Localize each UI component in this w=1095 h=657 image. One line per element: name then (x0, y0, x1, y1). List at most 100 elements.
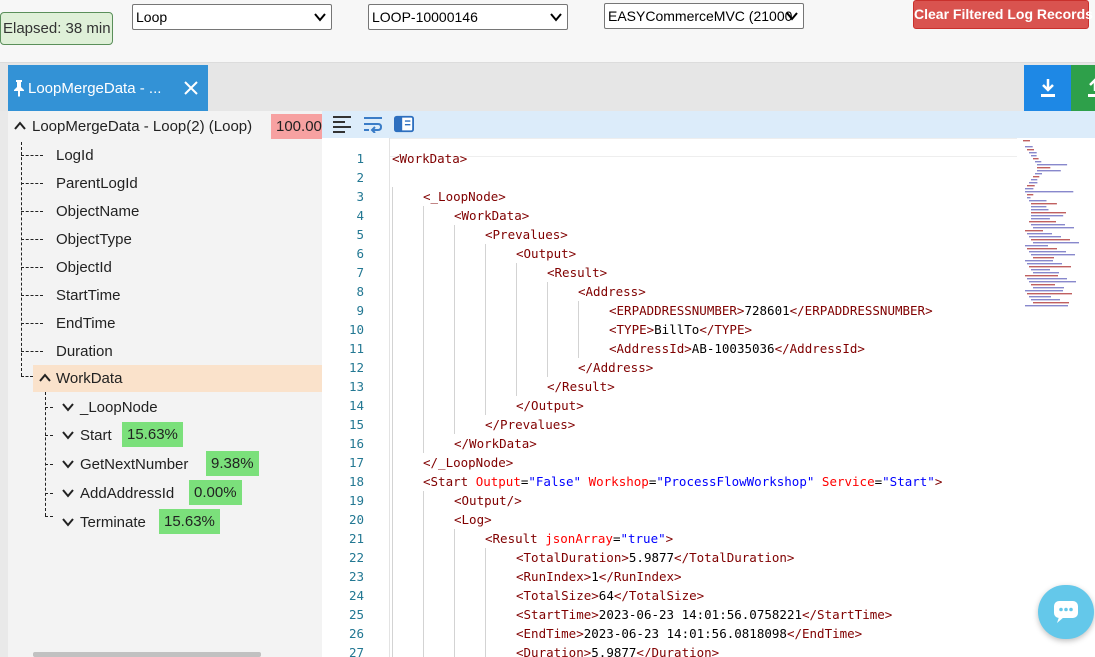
indent-guide (485, 339, 486, 358)
indent-guide (485, 396, 486, 415)
tree-field-objecttype[interactable]: ObjectType (56, 226, 132, 253)
indent-guide (392, 643, 393, 657)
minimap-line (1027, 149, 1034, 151)
side-panel-icon[interactable] (394, 115, 414, 133)
upload-button[interactable] (1071, 65, 1095, 112)
minimap-line (1033, 272, 1059, 274)
chat-icon (1054, 601, 1078, 623)
chevron-up-icon[interactable] (14, 121, 26, 131)
code-token: </Address> (578, 360, 654, 375)
minimap-line (1027, 194, 1034, 196)
minimap-line (1033, 287, 1064, 289)
code-token: <Duration> (516, 645, 592, 657)
download-button[interactable] (1024, 65, 1071, 112)
indent-guide (578, 320, 579, 339)
indent-guide (423, 624, 424, 643)
indent-guide (516, 282, 517, 301)
indent-guide (485, 605, 486, 624)
code-token: </AddressId> (774, 341, 865, 356)
code-token: </WorkData> (454, 436, 537, 451)
tree-field-objectname[interactable]: ObjectName (56, 198, 139, 225)
code-token: "Start" (882, 474, 935, 489)
chevron-down-icon (314, 13, 326, 22)
tree-field-duration[interactable]: Duration (56, 338, 113, 365)
indent-guide (423, 263, 424, 282)
tree-node-getnextnumber[interactable]: GetNextNumber 9.38% (56, 451, 316, 478)
chevron-down-icon[interactable] (62, 430, 74, 440)
minimap-line (1029, 182, 1038, 184)
indent-guide (454, 548, 455, 567)
code-token: <Result> (547, 265, 608, 280)
chevron-down-icon[interactable] (62, 488, 74, 498)
code-token: 5.9877 (628, 550, 675, 565)
code-token: > (934, 474, 943, 489)
tree-field-endtime[interactable]: EndTime (56, 310, 115, 337)
minimap-line (1033, 176, 1040, 178)
chevron-down-icon (550, 13, 562, 22)
filter-bar: Elapsed: 38 min Loop LOOP-10000146 EASYC… (0, 0, 1095, 62)
code-line: <Address> (578, 282, 646, 301)
indent-guide (423, 320, 424, 339)
chevron-down-icon[interactable] (62, 517, 74, 527)
word-wrap-icon[interactable] (363, 115, 383, 133)
chevron-up-icon[interactable] (39, 373, 51, 383)
code-minimap[interactable] (1019, 138, 1095, 308)
chat-button[interactable] (1038, 585, 1094, 639)
indent-guide (392, 624, 393, 643)
close-icon[interactable] (184, 81, 198, 95)
tree-node-terminate[interactable]: Terminate 15.63% (56, 509, 316, 536)
line-number: 25 (348, 607, 364, 622)
object-type-select[interactable]: Loop (132, 4, 332, 30)
code-token: </TotalDuration> (674, 550, 795, 565)
indent-guide (423, 510, 424, 529)
indent-guide (485, 282, 486, 301)
line-number: 21 (348, 531, 364, 546)
tree-node-addaddressid[interactable]: AddAddressId 0.00% (56, 480, 316, 507)
code-token: </Prevalues> (485, 417, 576, 432)
indent-guide (423, 643, 424, 657)
tree-field-parentlogid[interactable]: ParentLogId (56, 170, 138, 197)
indent-guide (392, 548, 393, 567)
chevron-down-icon[interactable] (62, 459, 74, 469)
code-token: <TotalDuration> (516, 550, 629, 565)
tree-field-logid[interactable]: LogId (56, 142, 94, 169)
align-left-icon[interactable] (332, 115, 352, 133)
indent-guide (423, 491, 424, 510)
indent-guide (516, 301, 517, 320)
minimap-line (1025, 230, 1043, 232)
indent-guide (547, 339, 548, 358)
indent-guide (454, 624, 455, 643)
tree-connector (21, 295, 43, 296)
code-line: <RunIndex>1</RunIndex> (516, 567, 682, 586)
code-line: <EndTime>2023-06-23 14:01:56.0818098</En… (516, 624, 862, 643)
tab-loop-merge-data[interactable]: LoopMergeData - ... (8, 65, 208, 112)
indent-guide (485, 643, 486, 657)
line-number: 9 (356, 303, 364, 318)
xml-editor: 1 2 3 4 5 6 7 8 9 10 11 12 13 14 15 16 17 18 19 20 21 22 23 24 2… (322, 111, 1095, 657)
tree-node-workdata[interactable]: WorkData (33, 365, 322, 392)
minimap-line (1031, 284, 1055, 286)
object-id-select[interactable]: LOOP-10000146 (368, 4, 568, 30)
tree-node-loopnode[interactable]: _LoopNode (56, 394, 316, 421)
code-token: <EndTime> (516, 626, 584, 641)
tree-root-node[interactable]: LoopMergeData - Loop(2) (Loop) 100.00% (8, 113, 322, 140)
code-token: jsonArray (545, 531, 613, 546)
line-number: 19 (348, 493, 364, 508)
application-select[interactable]: EASYCommerceMVC (21000 (604, 3, 804, 29)
minimap-line (1031, 155, 1037, 157)
tree-field-starttime[interactable]: StartTime (56, 282, 120, 309)
pin-icon[interactable] (12, 79, 26, 97)
minimap-line (1027, 293, 1072, 295)
chevron-down-icon[interactable] (62, 402, 74, 412)
code-line: </Result> (547, 377, 615, 396)
clear-filtered-log-records-button[interactable]: Clear Filtered Log Records (913, 0, 1093, 29)
tree-horizontal-scrollbar[interactable] (33, 652, 261, 657)
tree-node-start[interactable]: Start 15.63% (56, 422, 316, 449)
indent-guide (392, 529, 393, 548)
minimap-line (1031, 239, 1070, 241)
code-area[interactable]: <WorkData> <_LoopNode> <WorkData> <Prevalue… (390, 138, 1017, 657)
tree-node-workdata-label: WorkData (56, 370, 123, 387)
indent-guide (485, 377, 486, 396)
tree-field-objectid[interactable]: ObjectId (56, 254, 112, 281)
minimap-line (1029, 152, 1037, 154)
